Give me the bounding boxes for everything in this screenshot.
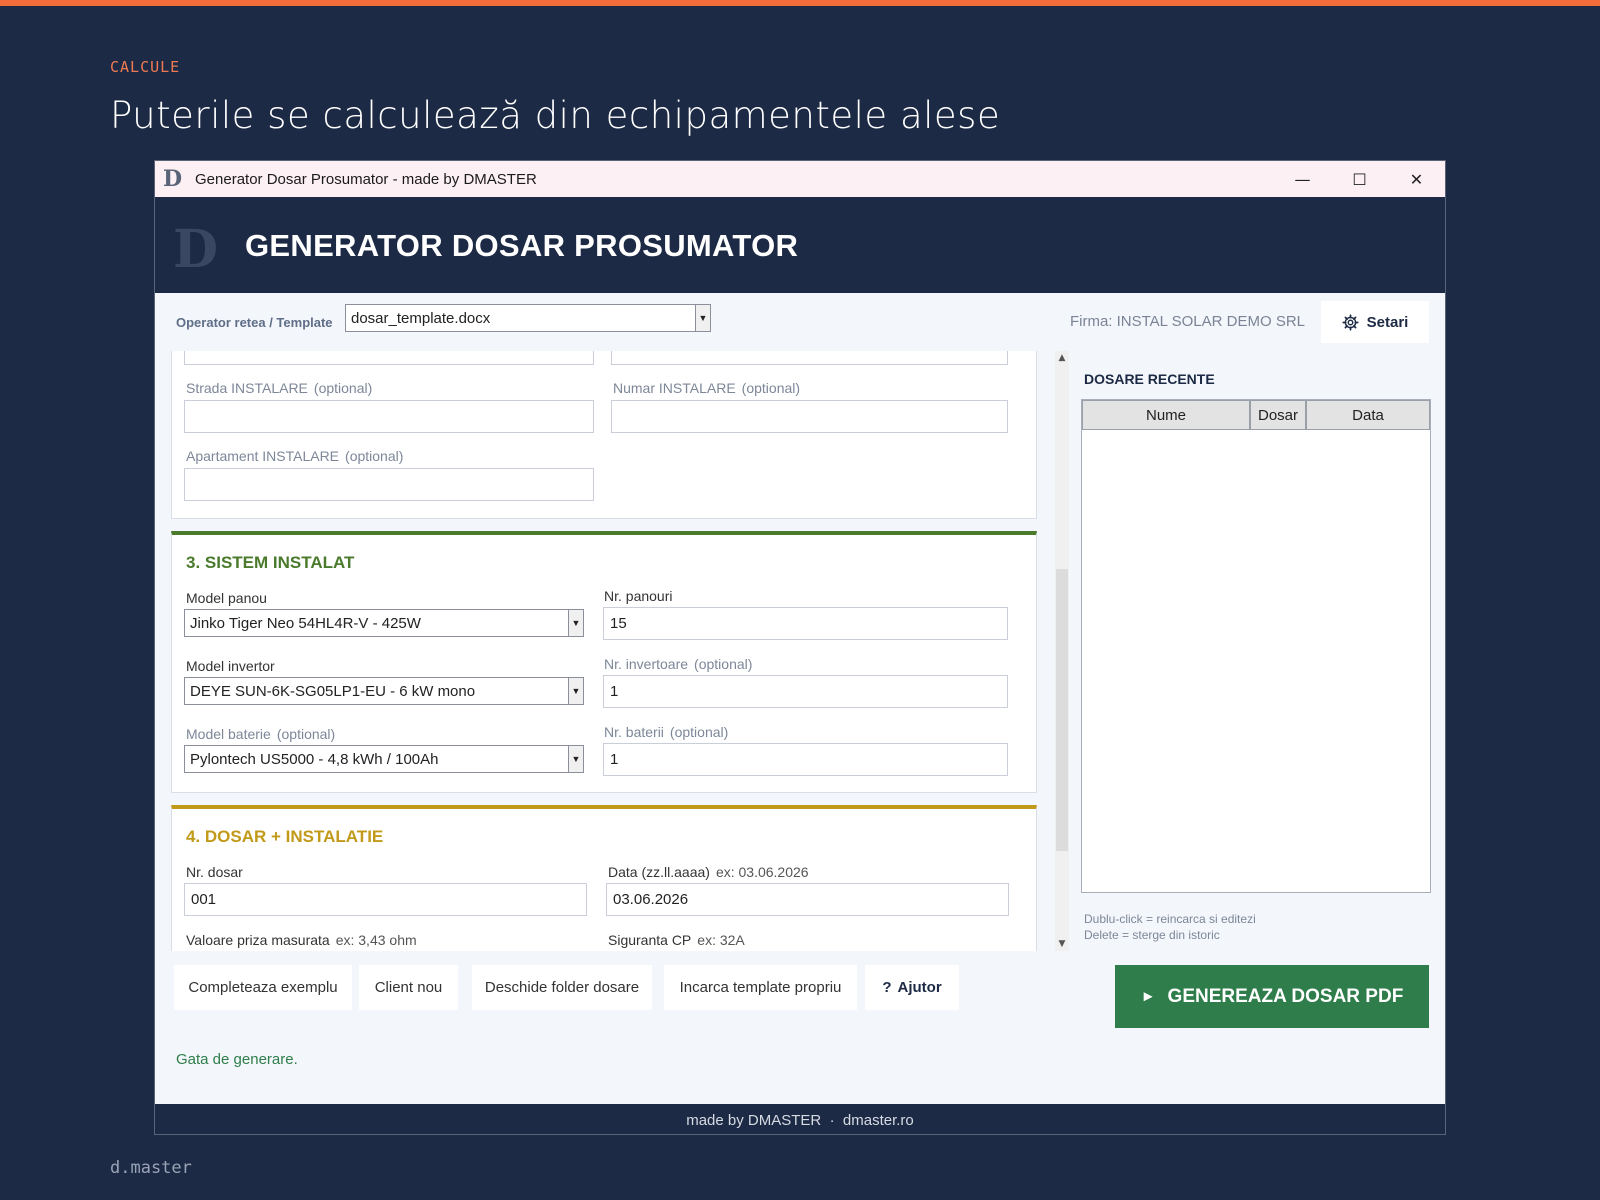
- new-client-button[interactable]: Client nou: [359, 965, 458, 1010]
- help-icon: ?: [882, 979, 892, 996]
- column-header-date[interactable]: Data: [1306, 400, 1430, 430]
- template-select[interactable]: dosar_template.docx ▼: [345, 304, 711, 332]
- street-label: Strada INSTALARE (optional): [186, 380, 373, 396]
- resistance-label: Valoare priza masurata ex: 3,43 ohm: [186, 932, 417, 948]
- inverter-count-input[interactable]: 1: [603, 675, 1008, 708]
- status-text: Gata de generare.: [176, 1051, 298, 1068]
- panel-count-label: Nr. panouri: [604, 588, 673, 604]
- slide-title: Puterile se calculează din echipamentele…: [110, 94, 1001, 137]
- battery-count-label: Nr. baterii (optional): [604, 724, 729, 740]
- dmaster-logo-icon: D: [173, 219, 219, 280]
- settings-label: Setari: [1366, 313, 1409, 331]
- close-icon: ✕: [1409, 169, 1424, 189]
- footer-credit: made by DMASTER · dmaster.ro: [686, 1111, 914, 1129]
- recent-files-header: Nume Dosar Data: [1082, 400, 1430, 430]
- number-input[interactable]: [611, 400, 1008, 433]
- template-select-value: dosar_template.docx: [351, 309, 491, 327]
- chevron-down-icon: ▼: [568, 746, 583, 772]
- apartment-input[interactable]: [184, 468, 594, 501]
- maximize-icon: ☐: [1352, 169, 1367, 189]
- prev-field-left[interactable]: [184, 351, 594, 365]
- slide-accent-bar: [0, 0, 1600, 6]
- window-title: Generator Dosar Prosumator - made by DMA…: [195, 170, 537, 188]
- settings-button[interactable]: Setari: [1321, 301, 1429, 343]
- date-input[interactable]: 03.06.2026: [606, 883, 1009, 916]
- app-window: D Generator Dosar Prosumator - made by D…: [154, 160, 1446, 1135]
- help-label: Ajutor: [897, 979, 942, 996]
- window-titlebar[interactable]: D Generator Dosar Prosumator - made by D…: [155, 161, 1445, 197]
- minimize-icon: —: [1294, 169, 1311, 189]
- battery-model-value: Pylontech US5000 - 4,8 kWh / 100Ah: [190, 750, 439, 768]
- chevron-down-icon: ▼: [568, 610, 583, 636]
- number-label: Numar INSTALARE (optional): [613, 380, 801, 396]
- section-installation-address: Strada INSTALARE (optional) Numar INSTALA…: [171, 351, 1037, 519]
- inverter-model-select[interactable]: DEYE SUN-6K-SG05LP1-EU - 6 kW mono ▼: [184, 677, 584, 705]
- slide-footer-brand: d.master: [110, 1158, 192, 1178]
- inverter-count-label: Nr. invertoare (optional): [604, 656, 753, 672]
- apartment-label: Apartament INSTALARE (optional): [186, 448, 404, 464]
- chevron-down-icon: ▼: [568, 678, 583, 704]
- panel-count-input[interactable]: 15: [603, 607, 1008, 640]
- column-header-file[interactable]: Dosar: [1250, 400, 1306, 430]
- window-footer: made by DMASTER · dmaster.ro: [155, 1104, 1445, 1134]
- section-4-title: 4. DOSAR + INSTALATIE: [186, 827, 384, 846]
- panel-model-value: Jinko Tiger Neo 54HL4R-V - 425W: [190, 614, 421, 632]
- section-installed-system: 3. SISTEM INSTALAT Model panou Jinko Tig…: [171, 531, 1037, 793]
- battery-model-label: Model baterie (optional): [186, 726, 336, 742]
- file-number-label: Nr. dosar: [186, 864, 243, 880]
- app-header: D GENERATOR DOSAR PROSUMATOR: [155, 197, 1445, 293]
- inverter-model-value: DEYE SUN-6K-SG05LP1-EU - 6 kW mono: [190, 682, 476, 700]
- gear-icon: [1342, 313, 1359, 331]
- play-icon: ►: [1140, 988, 1156, 1005]
- help-delete: Delete = sterge din istoric: [1084, 928, 1220, 942]
- prev-field-right[interactable]: [611, 351, 1008, 365]
- form-scrollbar[interactable]: ▲ ▼: [1055, 351, 1069, 951]
- column-header-name[interactable]: Nume: [1082, 400, 1250, 430]
- chevron-down-icon: ▼: [695, 305, 710, 331]
- date-label: Data (zz.ll.aaaa) ex: 03.06.2026: [608, 864, 809, 880]
- street-input[interactable]: [184, 400, 594, 433]
- minimize-button[interactable]: —: [1274, 161, 1331, 197]
- generate-pdf-label: GENEREAZA DOSAR PDF: [1167, 985, 1404, 1007]
- recent-files-help: Dublu-click = reincarca si editezi Delet…: [1084, 911, 1256, 943]
- recent-files-table[interactable]: Nume Dosar Data: [1081, 399, 1431, 893]
- scroll-down-icon[interactable]: ▼: [1055, 937, 1069, 951]
- scroll-up-icon[interactable]: ▲: [1055, 351, 1069, 365]
- inverter-model-label: Model invertor: [186, 658, 275, 674]
- panel-model-label: Model panou: [186, 590, 267, 606]
- action-bar: Completeaza exemplu Client nou Deschide …: [155, 955, 1445, 1095]
- panel-model-select[interactable]: Jinko Tiger Neo 54HL4R-V - 425W ▼: [184, 609, 584, 637]
- close-button[interactable]: ✕: [1388, 161, 1445, 197]
- form-scroll-area[interactable]: Strada INSTALARE (optional) Numar INSTALA…: [171, 351, 1051, 951]
- battery-model-select[interactable]: Pylontech US5000 - 4,8 kWh / 100Ah ▼: [184, 745, 584, 773]
- help-double-click: Dublu-click = reincarca si editezi: [1084, 912, 1256, 926]
- app-logo-icon: D: [163, 166, 183, 192]
- generate-pdf-button[interactable]: ► GENEREAZA DOSAR PDF: [1115, 965, 1429, 1028]
- load-template-button[interactable]: Incarca template propriu: [664, 965, 857, 1010]
- section-3-title: 3. SISTEM INSTALAT: [186, 553, 355, 572]
- maximize-button[interactable]: ☐: [1331, 161, 1388, 197]
- fuse-label: Siguranta CP ex: 32A: [608, 932, 745, 948]
- section-file-installation: 4. DOSAR + INSTALATIE Nr. dosar 001 Data…: [171, 805, 1037, 951]
- scrollbar-thumb[interactable]: [1056, 569, 1068, 851]
- template-toolbar: Operator retea / Template dosar_template…: [155, 293, 1445, 351]
- help-button[interactable]: ? Ajutor: [865, 965, 959, 1010]
- recent-files-title: DOSARE RECENTE: [1084, 371, 1215, 387]
- open-folder-button[interactable]: Deschide folder dosare: [472, 965, 652, 1010]
- file-number-input[interactable]: 001: [184, 883, 587, 916]
- window-controls: — ☐ ✕: [1274, 161, 1445, 197]
- slide-kicker: CALCULE: [110, 58, 181, 76]
- template-label: Operator retea / Template: [176, 315, 333, 330]
- fill-example-button[interactable]: Completeaza exemplu: [174, 965, 352, 1010]
- battery-count-input[interactable]: 1: [603, 743, 1008, 776]
- app-title: GENERATOR DOSAR PROSUMATOR: [245, 228, 799, 263]
- company-name: Firma: INSTAL SOLAR DEMO SRL: [1069, 313, 1305, 330]
